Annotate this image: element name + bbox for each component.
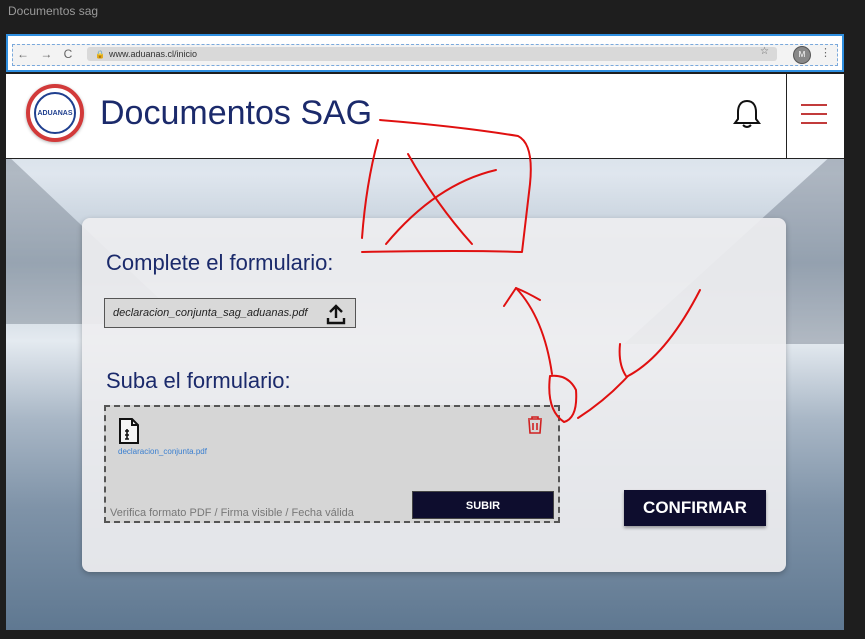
document-icon xyxy=(119,418,139,444)
aduanas-logo[interactable]: ADUANAS xyxy=(26,84,84,142)
upload-hint: Verifica formato PDF / Firma visible / F… xyxy=(110,507,354,519)
complete-form-title: Complete el formulario: xyxy=(106,250,334,275)
url-text: www.aduanas.cl/inicio xyxy=(108,49,198,59)
browser-menu-icon[interactable]: ⋮ xyxy=(820,46,831,59)
app-viewport: ADUANAS Documentos SAG Complete el formu… xyxy=(6,74,844,630)
bookmark-star-icon[interactable]: ☆ xyxy=(760,46,769,57)
form-card: Complete el formulario: declaracion_conj… xyxy=(82,218,786,572)
file-chip-name: declaracion_conjunta_sag_aduanas.pdf xyxy=(113,307,308,319)
bell-icon[interactable] xyxy=(732,98,762,130)
logo-ring: ADUANAS xyxy=(34,92,76,134)
lock-icon: 🔒 xyxy=(95,50,105,59)
upload-icon[interactable] xyxy=(325,303,347,325)
address-bar[interactable]: 🔒 www.aduanas.cl/inicio xyxy=(87,47,777,61)
browser-address-area: ← → C 🔒 www.aduanas.cl/inicio ☆ M ⋮ xyxy=(12,44,838,66)
profile-avatar[interactable]: M xyxy=(793,46,811,64)
window-title: Documentos sag xyxy=(8,4,99,18)
header-divider xyxy=(786,74,787,158)
trash-icon[interactable] xyxy=(526,415,544,435)
app-header: ADUANAS Documentos SAG xyxy=(6,74,844,159)
file-dropzone[interactable]: declaracion_conjunta.pdf Verifica format… xyxy=(104,405,560,523)
browser-toolbar: ← → C 🔒 www.aduanas.cl/inicio ☆ M ⋮ xyxy=(6,34,844,72)
subir-button[interactable]: SUBIR xyxy=(412,491,554,519)
confirm-button[interactable]: CONFIRMAR xyxy=(624,490,766,526)
nav-buttons[interactable]: ← → C xyxy=(17,47,76,61)
hamburger-menu-icon[interactable] xyxy=(801,104,827,131)
uploaded-file-name[interactable]: declaracion_conjunta.pdf xyxy=(118,447,207,456)
logo-text: ADUANAS xyxy=(37,110,73,117)
download-file-chip[interactable]: declaracion_conjunta_sag_aduanas.pdf xyxy=(104,298,356,328)
page-title: Documentos SAG xyxy=(100,94,373,132)
upload-form-title: Suba el formulario: xyxy=(106,368,291,393)
